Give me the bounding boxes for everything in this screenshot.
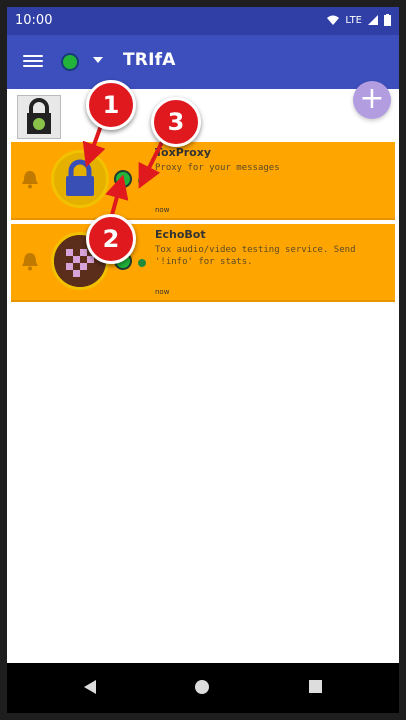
- callout-badge: 2: [86, 214, 136, 264]
- callout-badge: 1: [86, 80, 136, 130]
- arrow-3: [138, 137, 166, 189]
- annotation-arrows: [82, 119, 166, 223]
- callout-badge: 3: [151, 97, 201, 147]
